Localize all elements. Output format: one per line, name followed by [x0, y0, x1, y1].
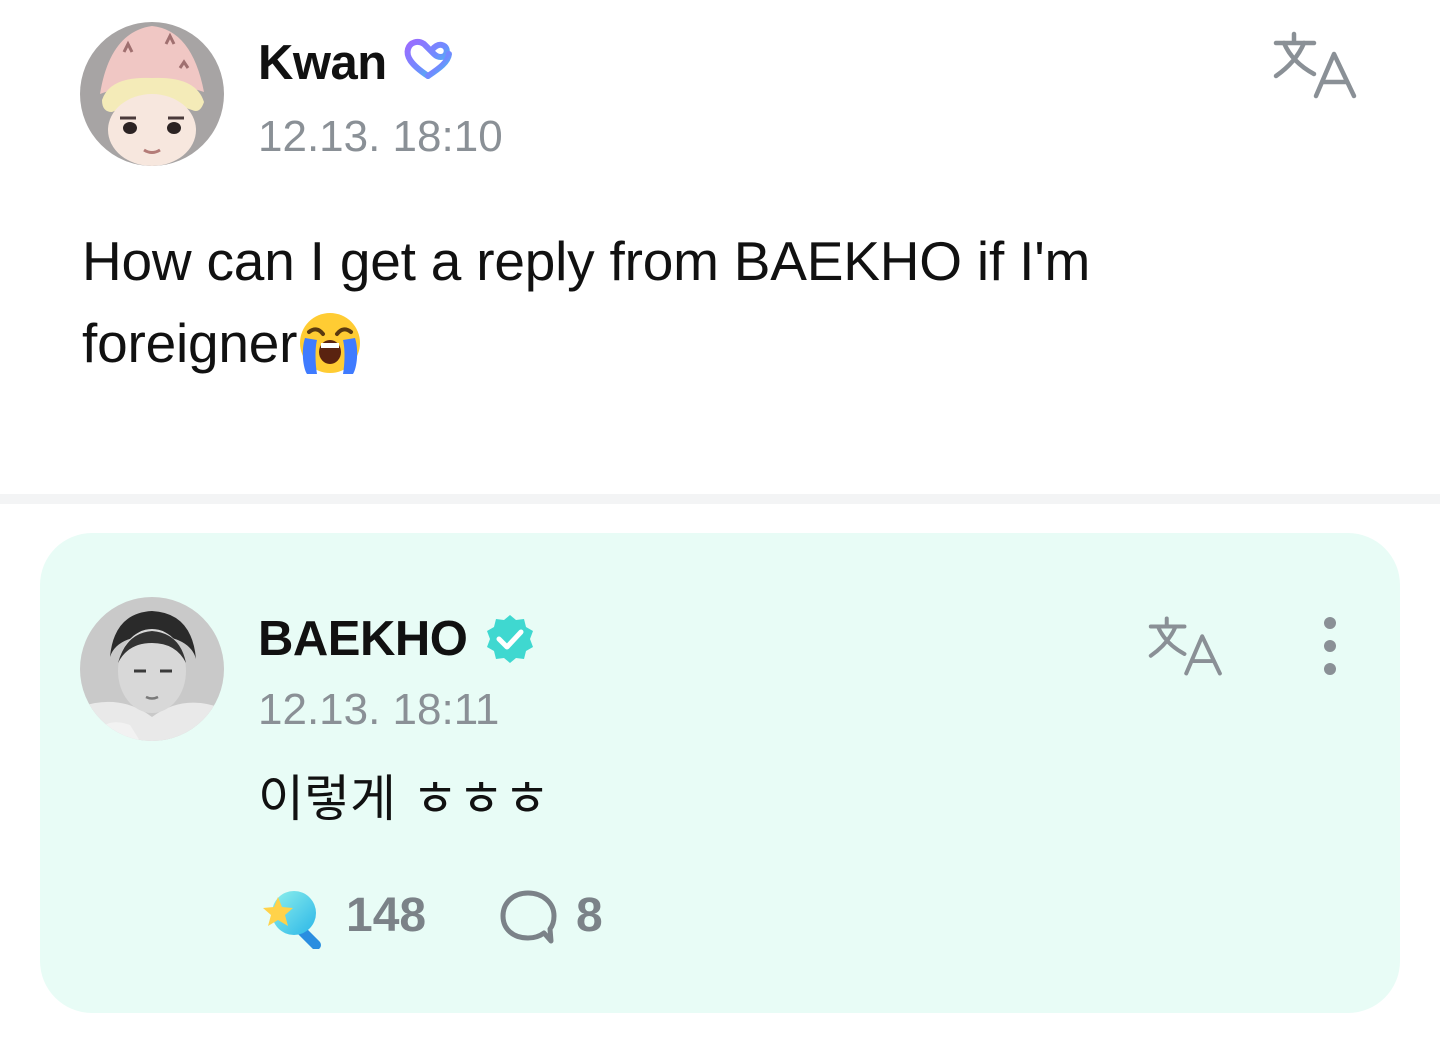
reply-author-name[interactable]: BAEKHO	[258, 611, 468, 667]
translate-button[interactable]	[1272, 30, 1364, 100]
translate-icon	[1148, 616, 1222, 676]
plush-doll-avatar	[80, 22, 224, 166]
post-timestamp: 12.13. 18:10	[258, 112, 503, 161]
author-name[interactable]: Kwan	[258, 35, 387, 91]
artist-reply-card: BAEKHO 12.13. 18:11 이렇게 ㅎㅎㅎ 148 8	[40, 533, 1400, 1013]
author-avatar[interactable]	[80, 22, 224, 166]
reply-timestamp: 12.13. 18:11	[258, 685, 500, 734]
speech-bubble-icon	[500, 890, 557, 944]
fan-post: Kwan 12.13. 18:10 How can I get a reply …	[0, 0, 1440, 494]
reply-body: 이렇게 ㅎㅎㅎ	[258, 770, 550, 828]
reply-author-avatar[interactable]	[80, 597, 224, 741]
comment-button[interactable]: 8	[498, 881, 618, 951]
verified-check-icon	[487, 615, 533, 663]
more-options-button[interactable]	[1310, 613, 1350, 683]
like-count: 148	[346, 889, 427, 942]
post-body: How can I get a reply from BAEKHO if I'm…	[82, 220, 1282, 384]
star-magnifier-like-icon	[263, 891, 321, 949]
more-vertical-icon	[1324, 617, 1336, 675]
like-button[interactable]: 148	[258, 881, 438, 951]
section-divider	[0, 494, 1440, 504]
reply-translate-button[interactable]	[1146, 615, 1230, 677]
translate-icon	[1273, 31, 1357, 99]
fan-membership-heart-icon	[404, 38, 452, 79]
post-body-text: How can I get a reply from BAEKHO if I'm…	[82, 230, 1091, 374]
comment-count: 8	[576, 889, 603, 942]
loudly-crying-face-icon	[300, 313, 361, 374]
artist-photo-avatar	[80, 597, 224, 741]
